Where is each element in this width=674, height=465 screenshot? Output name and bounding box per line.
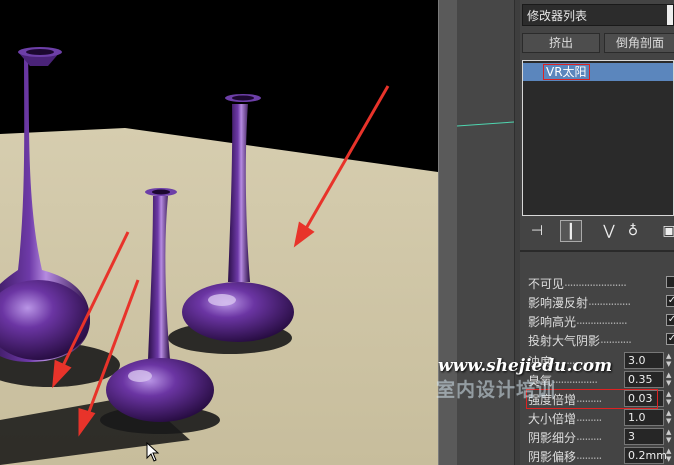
- shadow-subdivs-field[interactable]: 3: [624, 428, 664, 445]
- param-cast-atmo-shadows[interactable]: 投射大气阴影 ........... ✓: [528, 331, 674, 349]
- pin-stack-icon[interactable]: ⊣: [526, 220, 548, 242]
- clipped-row: [528, 256, 674, 262]
- spinner-icon[interactable]: ▲ ▼: [666, 390, 674, 407]
- stack-item-vrsun[interactable]: VR太阳: [523, 63, 673, 81]
- param-size-multiplier[interactable]: 大小倍增 ......... 1.0 ▲ ▼: [528, 409, 674, 427]
- param-invisible[interactable]: 不可见 ......................: [528, 274, 674, 292]
- affect-specular-checkbox[interactable]: ✓: [666, 314, 674, 326]
- modify-panel: 修改器列表 挤出 倒角剖面 VR太阳 ⊣ ┃ ⋁ ♁ ▣ 不可见 .......…: [520, 0, 674, 465]
- mouse-cursor-icon: [146, 442, 160, 462]
- cast-atmo-shadows-checkbox[interactable]: ✓: [666, 333, 674, 345]
- param-turbidity[interactable]: 浊度 ................ 3.0 ▲ ▼: [528, 352, 674, 370]
- shadow-bias-field[interactable]: 0.2mm: [624, 447, 667, 464]
- spinner-icon[interactable]: ▲ ▼: [666, 428, 674, 445]
- vase-scene: [0, 47, 438, 465]
- param-affect-specular[interactable]: 影响高光 .................. ✓: [528, 312, 674, 330]
- param-shadow-subdivs[interactable]: 阴影细分 ......... 3 ▲ ▼: [528, 428, 674, 446]
- stack-toolbar: ⊣ ┃ ⋁ ♁ ▣: [526, 220, 674, 242]
- affect-diffuse-checkbox[interactable]: ✓: [666, 295, 674, 307]
- extrude-button[interactable]: 挤出: [522, 33, 600, 53]
- param-ozone[interactable]: 臭氧 ................ 0.35 ▲ ▼: [528, 371, 674, 389]
- dropdown-arrow-icon[interactable]: [667, 5, 673, 25]
- vrsun-parameters: 不可见 ...................... 影响漫反射 .......…: [520, 256, 674, 465]
- bevel-profile-button[interactable]: 倒角剖面: [604, 33, 674, 53]
- spinner-icon[interactable]: ▲ ▼: [666, 371, 674, 388]
- invisible-checkbox[interactable]: [666, 276, 674, 288]
- param-affect-diffuse[interactable]: 影响漫反射 ............... ✓: [528, 293, 674, 311]
- spinner-icon[interactable]: ▲ ▼: [666, 409, 674, 426]
- ozone-field[interactable]: 0.35: [624, 371, 664, 388]
- show-end-result-icon[interactable]: ┃: [560, 220, 582, 242]
- gizmo-line: [456, 121, 515, 127]
- size-multiplier-field[interactable]: 1.0: [624, 409, 664, 426]
- highlight-box: [526, 389, 658, 409]
- viewport-border: [438, 0, 457, 465]
- rollout-separator: [520, 250, 674, 252]
- configure-sets-icon[interactable]: ▣: [658, 220, 674, 242]
- modifier-list-label: 修改器列表: [527, 9, 588, 23]
- render-viewport[interactable]: [0, 0, 438, 465]
- viewport-gutter: [456, 0, 515, 465]
- stack-item-label: VR太阳: [543, 64, 590, 80]
- param-shadow-bias[interactable]: 阴影偏移 ......... 0.2mm ▲ ▼: [528, 447, 674, 465]
- modifier-list-dropdown[interactable]: 修改器列表: [522, 4, 674, 26]
- turbidity-field[interactable]: 3.0: [624, 352, 664, 369]
- make-unique-icon[interactable]: ⋁: [598, 220, 620, 242]
- modifier-stack[interactable]: VR太阳: [522, 60, 674, 216]
- remove-modifier-icon[interactable]: ♁: [622, 220, 644, 242]
- spinner-icon[interactable]: ▲ ▼: [666, 352, 674, 369]
- spinner-icon[interactable]: ▲ ▼: [666, 447, 674, 464]
